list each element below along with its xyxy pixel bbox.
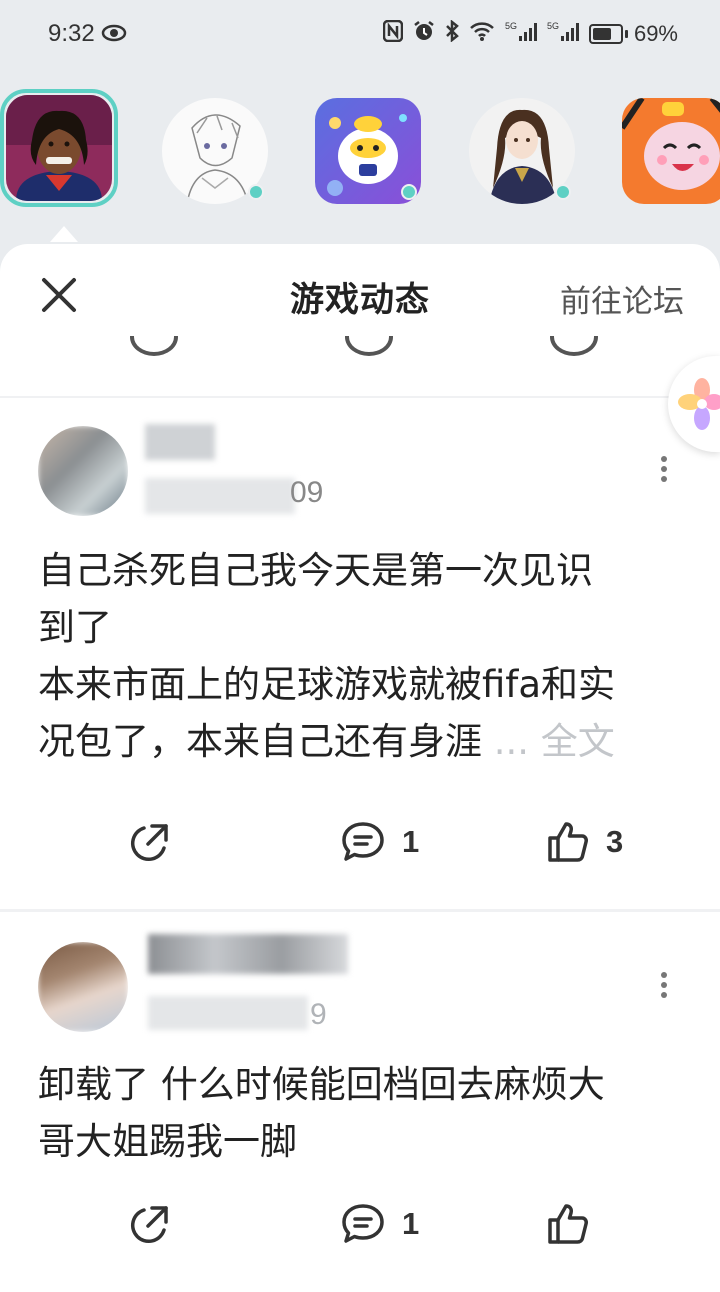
post-text-line: 自己杀死自己我今天是第一次见识 <box>38 549 593 592</box>
post-actions: 1 3 <box>0 820 720 880</box>
post-text-line: 况包了，本来自己还有身涯 <box>38 720 482 763</box>
username-blurred <box>148 934 348 974</box>
post-text-line: 哥大姐踢我一脚 <box>38 1120 297 1163</box>
comment-icon <box>342 1204 384 1243</box>
read-full-link[interactable]: ... 全文 <box>494 720 615 763</box>
more-options-button[interactable] <box>658 452 670 482</box>
eye-icon <box>101 23 127 48</box>
game-icon-eggy-party[interactable] <box>313 96 423 206</box>
share-icon <box>130 824 168 862</box>
avatar[interactable] <box>38 942 128 1032</box>
petal-icon <box>678 378 720 430</box>
status-time: 9:32 <box>48 20 95 47</box>
like-button[interactable] <box>546 1202 590 1246</box>
post-text[interactable]: 自己杀死自己我今天是第一次见识 到了 本来市面上的足球游戏就被fifa和实 况包… <box>38 542 688 770</box>
tiger-mascot-icon <box>622 98 720 204</box>
like-count: 3 <box>606 824 624 859</box>
comment-icon <box>342 822 384 861</box>
game-icon-anime-sketch[interactable] <box>160 96 270 206</box>
share-button[interactable] <box>128 1202 172 1246</box>
bluetooth-icon <box>445 19 459 48</box>
online-dot <box>555 184 571 200</box>
svg-text:5G: 5G <box>505 21 517 31</box>
alarm-icon <box>413 20 435 48</box>
signal-5g-icon: 5G <box>547 20 579 48</box>
feed-post: 9 卸载了 什么时候能回档回去麻烦大 哥大姐踢我一脚 1 <box>0 912 720 1292</box>
signal-5g-icon: 5G <box>505 20 537 48</box>
date-blurred <box>145 478 295 514</box>
sheet-header: 游戏动态 前往论坛 <box>0 244 720 344</box>
post-text[interactable]: 卸载了 什么时候能回档回去麻烦大 哥大姐踢我一脚 <box>38 1056 688 1170</box>
previous-post-actions <box>0 336 720 358</box>
post-date: 9 <box>310 998 327 1031</box>
username-blurred <box>145 424 215 460</box>
post-text-line: 到了 <box>38 606 112 649</box>
comment-button[interactable]: 1 <box>340 1202 419 1246</box>
wifi-icon <box>469 21 495 47</box>
comment-button[interactable]: 1 <box>340 820 419 864</box>
game-icon-football[interactable] <box>0 89 118 207</box>
online-dot <box>248 184 264 200</box>
thumbs-up-icon <box>548 1204 588 1244</box>
football-player-icon <box>6 95 112 201</box>
share-icon <box>130 1206 168 1244</box>
status-bar: 9:32 5G 5G 69% <box>0 0 720 70</box>
go-to-forum-link[interactable]: 前往论坛 <box>560 276 684 321</box>
more-options-button[interactable] <box>658 968 670 998</box>
game-icon-anime-girl[interactable] <box>467 96 577 206</box>
thumbs-up-icon <box>548 822 588 862</box>
battery-text: 69% <box>633 21 678 46</box>
post-text-line: 本来市面上的足球游戏就被fifa和实 <box>38 663 616 706</box>
battery-icon: 69% <box>588 21 678 47</box>
game-icon-tiger-mascot[interactable] <box>620 96 720 206</box>
post-text-line: 卸载了 什么时候能回档回去麻烦大 <box>38 1063 605 1106</box>
game-feed-sheet: 游戏动态 前往论坛 09 自己杀死自己我今天是第一次见识 到了 本来市面上的足球… <box>0 244 720 1292</box>
like-button[interactable]: 3 <box>546 820 623 864</box>
comment-count: 1 <box>402 824 420 859</box>
floating-assistant-button[interactable] <box>668 356 720 452</box>
nfc-icon <box>382 19 404 48</box>
avatar[interactable] <box>38 426 128 516</box>
game-strip <box>0 85 720 220</box>
share-button[interactable] <box>128 820 172 864</box>
feed-post: 09 自己杀死自己我今天是第一次见识 到了 本来市面上的足球游戏就被fifa和实… <box>0 396 720 904</box>
date-blurred <box>148 996 308 1030</box>
online-dot <box>401 184 417 200</box>
svg-text:5G: 5G <box>547 21 559 31</box>
comment-count: 1 <box>402 1206 420 1241</box>
post-actions: 1 <box>0 1202 720 1262</box>
post-date: 09 <box>290 476 324 509</box>
selection-pointer <box>50 226 78 242</box>
